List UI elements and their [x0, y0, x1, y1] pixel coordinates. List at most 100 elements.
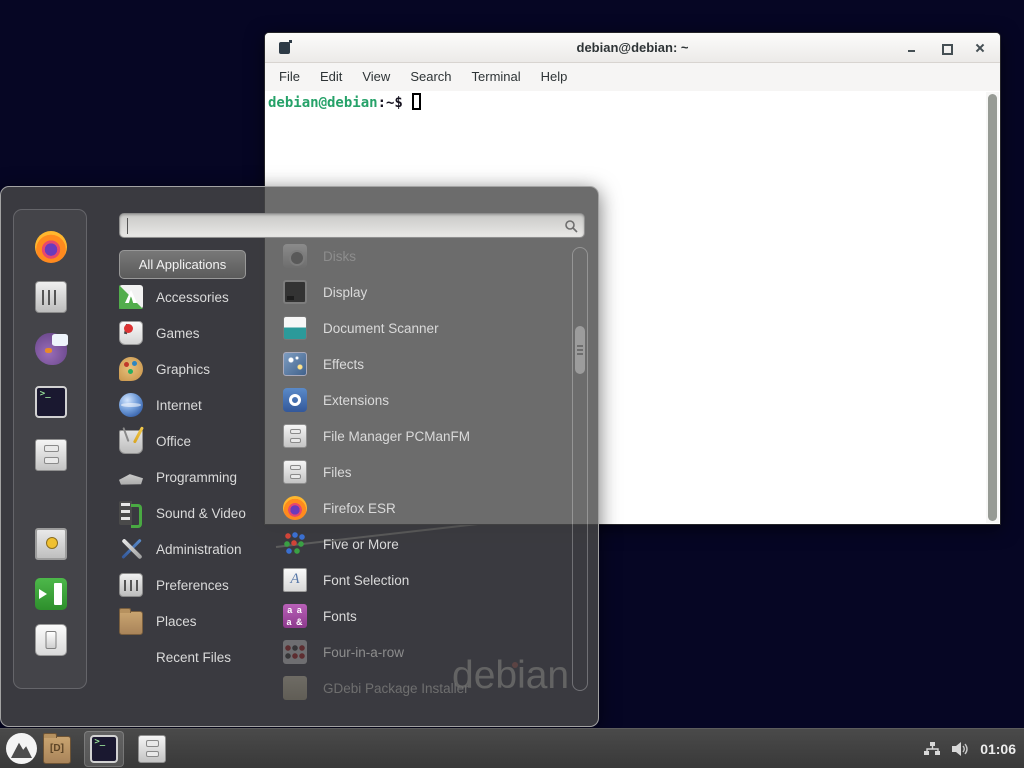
firefox-icon: [283, 496, 307, 520]
favorite-pidgin-button[interactable]: [35, 333, 67, 365]
app-disks[interactable]: Disks: [283, 238, 563, 274]
folder-icon: [43, 736, 71, 764]
app-font-selection[interactable]: Font Selection: [283, 562, 563, 598]
graphics-icon: [119, 357, 143, 381]
lock-screen-button[interactable]: [35, 528, 67, 560]
system-tray: 01:06: [923, 729, 1024, 768]
category-games[interactable]: Games: [119, 315, 285, 351]
category-programming[interactable]: Programming: [119, 459, 285, 495]
terminal-scrollbar-thumb[interactable]: [988, 94, 997, 521]
prompt-suffix: :~$: [378, 95, 403, 111]
all-applications-button[interactable]: All Applications: [119, 250, 246, 279]
files-icon: [283, 460, 307, 484]
network-icon[interactable]: [923, 740, 941, 758]
places-icon: [119, 611, 143, 635]
file-cabinet-icon: [138, 735, 166, 763]
administration-icon: [119, 537, 143, 561]
menu-file[interactable]: File: [269, 63, 310, 91]
app-five-or-more[interactable]: Five or More: [283, 526, 563, 562]
app-fonts[interactable]: Fonts: [283, 598, 563, 634]
file-manager-launcher[interactable]: [43, 736, 71, 768]
four-in-a-row-icon: [283, 640, 307, 664]
application-menu: All Applications Accessories Games Graph…: [0, 186, 599, 727]
accessories-icon: [119, 285, 143, 309]
pidgin-icon: [35, 333, 67, 365]
logout-icon: [35, 578, 67, 610]
category-accessories[interactable]: Accessories: [119, 279, 285, 315]
extensions-icon: [283, 388, 307, 412]
terminal-window-icon: [279, 42, 290, 54]
favorite-settings-button[interactable]: [35, 281, 67, 313]
app-gdebi-package-installer[interactable]: GDebi Package Installer: [283, 670, 563, 704]
display-icon: [283, 280, 307, 304]
category-preferences[interactable]: Preferences: [119, 567, 285, 603]
menu-search[interactable]: Search: [400, 63, 461, 91]
firefox-icon: [35, 231, 67, 263]
app-file-manager-pcmanfm[interactable]: File Manager PCManFM: [283, 418, 563, 454]
search-icon: [564, 219, 578, 233]
favorite-terminal-button[interactable]: [35, 386, 67, 418]
programming-icon: [119, 465, 143, 489]
favorite-firefox-button[interactable]: [35, 231, 67, 263]
taskbar-terminal-button[interactable]: [84, 731, 124, 767]
terminal-titlebar[interactable]: debian@debian: ~: [265, 33, 1000, 63]
app-four-in-a-row[interactable]: Four-in-a-row: [283, 634, 563, 670]
terminal-menubar: File Edit View Search Terminal Help: [265, 63, 1000, 91]
five-or-more-icon: [283, 532, 307, 556]
menu-help[interactable]: Help: [531, 63, 578, 91]
preferences-icon: [119, 573, 143, 597]
category-recent-files[interactable]: Recent Files: [119, 639, 285, 675]
favorites-panel: [13, 209, 87, 689]
app-document-scanner[interactable]: Document Scanner: [283, 310, 563, 346]
shutdown-icon: [35, 624, 67, 656]
menu-view[interactable]: View: [352, 63, 400, 91]
terminal-scrollbar[interactable]: [986, 92, 999, 523]
menu-terminal[interactable]: Terminal: [462, 63, 531, 91]
file-manager-icon: [283, 424, 307, 448]
categories-list: Accessories Games Graphics Internet Offi…: [119, 279, 285, 675]
disks-icon: [283, 244, 307, 268]
games-icon: [119, 321, 143, 345]
menu-button[interactable]: [6, 733, 37, 764]
app-firefox-esr[interactable]: Firefox ESR: [283, 490, 563, 526]
fonts-icon: [283, 604, 307, 628]
maximize-icon[interactable]: [940, 42, 952, 54]
terminal-cursor: [412, 93, 421, 110]
taskbar: 01:06: [0, 728, 1024, 768]
settings-icon: [35, 281, 67, 313]
minimize-icon[interactable]: [906, 42, 918, 54]
category-office[interactable]: Office: [119, 423, 285, 459]
applications-scrollbar-thumb[interactable]: [575, 326, 585, 374]
search-input[interactable]: [126, 216, 556, 235]
category-administration[interactable]: Administration: [119, 531, 285, 567]
app-files[interactable]: Files: [283, 454, 563, 490]
prompt-user: debian@debian: [268, 95, 378, 111]
shutdown-button[interactable]: [35, 624, 67, 656]
category-sound-video[interactable]: Sound & Video: [119, 495, 285, 531]
internet-icon: [119, 393, 143, 417]
category-internet[interactable]: Internet: [119, 387, 285, 423]
gdebi-icon: [283, 676, 307, 700]
app-display[interactable]: Display: [283, 274, 563, 310]
document-scanner-icon: [283, 316, 307, 340]
volume-icon[interactable]: [951, 740, 970, 758]
search-box[interactable]: [119, 213, 585, 238]
taskbar-files-button[interactable]: [132, 731, 172, 767]
app-effects[interactable]: Effects: [283, 346, 563, 382]
menu-edit[interactable]: Edit: [310, 63, 352, 91]
terminal-icon: [35, 386, 67, 418]
category-graphics[interactable]: Graphics: [119, 351, 285, 387]
applications-scrollbar[interactable]: [572, 247, 588, 691]
category-places[interactable]: Places: [119, 603, 285, 639]
logout-button[interactable]: [35, 578, 67, 610]
office-icon: [119, 430, 143, 454]
file-cabinet-icon: [35, 439, 67, 471]
app-extensions[interactable]: Extensions: [283, 382, 563, 418]
close-icon[interactable]: [974, 42, 986, 54]
clock[interactable]: 01:06: [980, 741, 1016, 757]
terminal-prompt: debian@debian:~$: [268, 93, 421, 111]
screen: debian debian@debian: ~ File Edit View S…: [0, 0, 1024, 768]
terminal-icon: [90, 735, 118, 763]
applications-list: Disks Display Document Scanner Effects E…: [283, 238, 563, 704]
favorite-files-button[interactable]: [35, 439, 67, 471]
